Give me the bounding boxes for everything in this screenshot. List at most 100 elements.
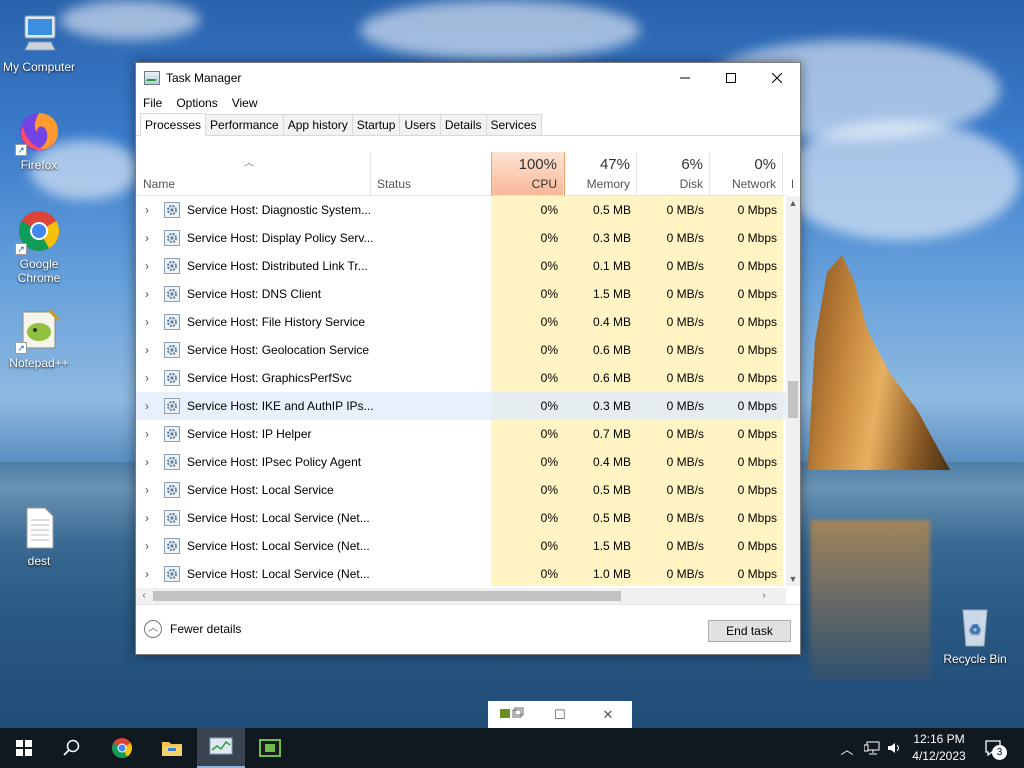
- column-header-disk[interactable]: 6% Disk: [637, 152, 710, 195]
- desktop-icon-notepadpp[interactable]: ↗ Notepad++: [1, 306, 77, 370]
- process-row[interactable]: › Service Host: Diagnostic System... 0% 0.5…: [136, 196, 786, 224]
- gear-icon: [164, 202, 180, 218]
- expand-chevron-icon[interactable]: ›: [145, 364, 155, 392]
- expand-chevron-icon[interactable]: ›: [145, 420, 155, 448]
- process-row[interactable]: › Service Host: Distributed Link Tr... 0% 0…: [136, 252, 786, 280]
- expand-chevron-icon[interactable]: ›: [145, 280, 155, 308]
- desktop-icon-label: Recycle Bin: [943, 652, 1007, 666]
- scroll-down-icon[interactable]: ▼: [786, 572, 800, 586]
- scroll-up-icon[interactable]: ▲: [786, 196, 800, 210]
- process-name: Service Host: Distributed Link Tr...: [187, 259, 368, 273]
- tab-services[interactable]: Services: [485, 114, 542, 135]
- minimize-button[interactable]: [662, 63, 708, 93]
- tab-startup[interactable]: Startup: [351, 114, 401, 135]
- process-row[interactable]: › Service Host: DNS Client 0% 1.5 MB 0 MB/s 0…: [136, 280, 786, 308]
- process-row[interactable]: › Service Host: GraphicsPerfSvc 0% 0.6 MB 0 …: [136, 364, 786, 392]
- process-row[interactable]: › Service Host: Display Policy Serv... 0% 0…: [136, 224, 786, 252]
- end-task-button[interactable]: End task: [708, 620, 791, 642]
- tab-processes[interactable]: Processes: [140, 113, 207, 136]
- desktop-icon-my-computer[interactable]: My Computer: [1, 10, 77, 74]
- column-header-status[interactable]: Status: [371, 152, 491, 195]
- process-disk: 0 MB/s: [666, 455, 704, 469]
- column-header-cpu[interactable]: 100% CPU: [491, 152, 564, 195]
- close-icon[interactable]: ✕: [584, 707, 632, 723]
- system-clock[interactable]: 12:16 PM 4/12/2023: [905, 731, 973, 765]
- network-tray-button[interactable]: [861, 728, 883, 768]
- process-row[interactable]: › Service Host: IP Helper 0% 0.7 MB 0 MB/s 0 …: [136, 420, 786, 448]
- close-button[interactable]: [754, 63, 800, 93]
- process-row[interactable]: › Service Host: File History Service 0% 0.4…: [136, 308, 786, 336]
- taskbar: ︿ 12:16 PM 4/12/2023 3: [0, 728, 1024, 768]
- process-row[interactable]: › Service Host: Local Service (Net... 0% 1.…: [136, 560, 786, 586]
- process-memory: 0.1 MB: [592, 259, 631, 273]
- menu-view[interactable]: View: [232, 96, 258, 110]
- horizontal-scroll-thumb[interactable]: [153, 591, 621, 601]
- process-disk: 0 MB/s: [666, 231, 704, 245]
- scroll-right-icon[interactable]: ›: [756, 588, 772, 604]
- close-icon: [772, 73, 782, 83]
- menu-file[interactable]: File: [143, 96, 162, 110]
- expand-chevron-icon[interactable]: ›: [145, 476, 155, 504]
- column-header-memory[interactable]: 47% Memory: [564, 152, 637, 195]
- column-header-name[interactable]: ︿ Name: [136, 152, 371, 195]
- menu-bar: File Options View: [136, 93, 800, 113]
- expand-chevron-icon[interactable]: ›: [145, 336, 155, 364]
- show-hidden-icons-button[interactable]: ︿: [838, 728, 856, 768]
- start-button[interactable]: [0, 728, 48, 768]
- process-memory: 0.3 MB: [592, 399, 631, 413]
- process-name: Service Host: Diagnostic System...: [187, 203, 372, 217]
- recycle-bin-icon: ♻: [951, 602, 999, 650]
- notification-center-button[interactable]: 3: [978, 728, 1010, 768]
- expand-chevron-icon[interactable]: ›: [145, 560, 155, 586]
- search-button[interactable]: [48, 728, 96, 768]
- notepadpp-icon: ↗: [15, 306, 63, 354]
- process-row[interactable]: › Service Host: Geolocation Service 0% 0.6 …: [136, 336, 786, 364]
- tab-app-history[interactable]: App history: [282, 114, 353, 135]
- expand-chevron-icon[interactable]: ›: [145, 196, 155, 224]
- process-row[interactable]: › Service Host: IKE and AuthIP IPs... 0% 0.…: [136, 392, 786, 420]
- desktop-icon-dest[interactable]: dest: [1, 504, 77, 568]
- expand-chevron-icon[interactable]: ›: [145, 308, 155, 336]
- process-name: Service Host: Geolocation Service: [187, 343, 370, 357]
- expand-chevron-icon[interactable]: ›: [145, 532, 155, 560]
- expand-chevron-icon[interactable]: ›: [145, 448, 155, 476]
- desktop-icon-chrome[interactable]: ↗ Google Chrome: [1, 207, 77, 285]
- vertical-scroll-thumb[interactable]: [788, 381, 798, 418]
- scroll-left-icon[interactable]: ‹: [136, 588, 152, 604]
- minimized-window-bar[interactable]: ☐ ✕: [488, 701, 632, 728]
- horizontal-scrollbar[interactable]: ‹ ›: [136, 588, 786, 604]
- expand-chevron-icon[interactable]: ›: [145, 392, 155, 420]
- column-header-power[interactable]: P: [783, 152, 793, 195]
- desktop-icon-firefox[interactable]: ↗ Firefox: [1, 108, 77, 172]
- tab-performance[interactable]: Performance: [205, 114, 284, 135]
- taskbar-task-manager[interactable]: [197, 728, 245, 768]
- process-cpu: 0%: [540, 371, 558, 385]
- maximize-icon[interactable]: ☐: [536, 707, 584, 723]
- fewer-details-button[interactable]: ︿ Fewer details: [144, 620, 241, 638]
- desktop-icon-recycle-bin[interactable]: ♻ Recycle Bin: [937, 602, 1013, 666]
- process-cpu: 0%: [540, 511, 558, 525]
- volume-tray-button[interactable]: [884, 728, 906, 768]
- text-file-icon: [15, 504, 63, 552]
- process-row[interactable]: › Service Host: Local Service (Net... 0% 0.…: [136, 504, 786, 532]
- process-cpu: 0%: [540, 483, 558, 497]
- process-cpu: 0%: [540, 539, 558, 553]
- menu-options[interactable]: Options: [176, 96, 217, 110]
- maximize-button[interactable]: [708, 63, 754, 93]
- vertical-scrollbar[interactable]: ▲ ▼: [786, 196, 800, 586]
- title-bar[interactable]: Task Manager: [136, 63, 800, 93]
- restore-icon[interactable]: [488, 707, 536, 722]
- expand-chevron-icon[interactable]: ›: [145, 252, 155, 280]
- tab-users[interactable]: Users: [399, 114, 441, 135]
- column-header-network[interactable]: 0% Network: [710, 152, 783, 195]
- process-row[interactable]: › Service Host: Local Service 0% 0.5 MB 0 MB…: [136, 476, 786, 504]
- expand-chevron-icon[interactable]: ›: [145, 224, 155, 252]
- taskbar-chrome[interactable]: [98, 728, 146, 768]
- taskbar-file-explorer[interactable]: [148, 728, 196, 768]
- process-name: Service Host: DNS Client: [187, 287, 322, 301]
- expand-chevron-icon[interactable]: ›: [145, 504, 155, 532]
- tab-details[interactable]: Details: [439, 114, 487, 135]
- process-row[interactable]: › Service Host: IPsec Policy Agent 0% 0.4 M…: [136, 448, 786, 476]
- process-row[interactable]: › Service Host: Local Service (Net... 0% 1.…: [136, 532, 786, 560]
- taskbar-app[interactable]: [246, 728, 294, 768]
